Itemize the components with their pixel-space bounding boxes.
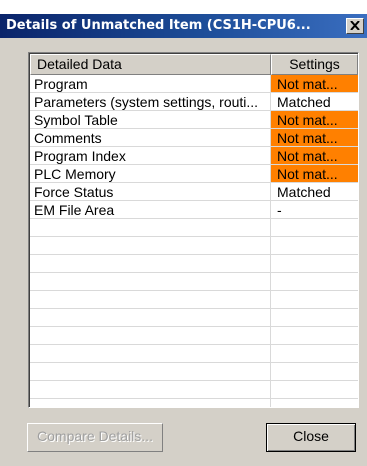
table-row[interactable] <box>30 291 358 309</box>
dialog-title: Details of Unmatched Item (CS1H-CPU6... <box>6 18 311 33</box>
table-row[interactable] <box>30 237 358 255</box>
settings-status-cell <box>271 255 358 273</box>
detailed-data-cell <box>30 309 271 327</box>
close-icon[interactable] <box>346 18 364 34</box>
table-row[interactable]: Program Not mat... <box>30 75 358 93</box>
table-row[interactable] <box>30 309 358 327</box>
detailed-data-cell <box>30 291 271 309</box>
close-button[interactable]: Close <box>266 423 356 452</box>
detailed-data-cell: Program <box>30 75 271 93</box>
column-header-settings[interactable]: Settings <box>271 54 358 75</box>
table-row[interactable] <box>30 345 358 363</box>
top-strip <box>0 0 367 14</box>
settings-status-cell <box>271 327 358 345</box>
table-row[interactable]: EM File Area - <box>30 201 358 219</box>
settings-status-cell <box>271 381 358 399</box>
detailed-data-cell <box>30 381 271 399</box>
title-bar[interactable]: Details of Unmatched Item (CS1H-CPU6... <box>0 14 367 38</box>
detailed-data-cell: PLC Memory <box>30 165 271 183</box>
table-row[interactable]: Program Index Not mat... <box>30 147 358 165</box>
settings-status-cell <box>271 399 358 407</box>
detailed-data-cell: Comments <box>30 129 271 147</box>
table-row[interactable] <box>30 327 358 345</box>
detailed-data-cell: EM File Area <box>30 201 271 219</box>
compare-details-button[interactable]: Compare Details... <box>27 423 163 452</box>
settings-status-cell <box>271 309 358 327</box>
detailed-data-cell <box>30 363 271 381</box>
detailed-data-cell <box>30 237 271 255</box>
unmatched-details-dialog: Details of Unmatched Item (CS1H-CPU6... … <box>0 0 367 466</box>
settings-status-cell <box>271 237 358 255</box>
detailed-data-cell <box>30 255 271 273</box>
settings-status-cell: Not mat... <box>271 111 358 129</box>
table-row[interactable]: PLC Memory Not mat... <box>30 165 358 183</box>
table-row[interactable]: Comments Not mat... <box>30 129 358 147</box>
table-row[interactable]: Parameters (system settings, routi... Mat… <box>30 93 358 111</box>
table-row[interactable] <box>30 219 358 237</box>
detailed-data-cell <box>30 273 271 291</box>
detailed-data-cell <box>30 345 271 363</box>
settings-status-cell: Not mat... <box>271 129 358 147</box>
table-row[interactable] <box>30 381 358 399</box>
table-row[interactable] <box>30 273 358 291</box>
table-row[interactable] <box>30 363 358 381</box>
settings-status-cell: Not mat... <box>271 147 358 165</box>
settings-status-cell: Not mat... <box>271 75 358 93</box>
settings-status-cell: Matched <box>271 183 358 201</box>
settings-status-cell <box>271 291 358 309</box>
list-rows: Program Not mat... Parameters (system sett… <box>30 75 358 407</box>
settings-status-cell: - <box>271 201 358 219</box>
detailed-data-cell: Parameters (system settings, routi... <box>30 93 271 111</box>
detailed-data-cell: Force Status <box>30 183 271 201</box>
column-header-detailed-data[interactable]: Detailed Data <box>30 54 271 75</box>
settings-status-cell: Matched <box>271 93 358 111</box>
detailed-data-cell <box>30 219 271 237</box>
detailed-data-cell <box>30 327 271 345</box>
settings-status-cell <box>271 273 358 291</box>
detailed-data-cell <box>30 399 271 407</box>
detailed-data-cell: Program Index <box>30 147 271 165</box>
settings-status-cell <box>271 219 358 237</box>
detailed-data-cell: Symbol Table <box>30 111 271 129</box>
unmatched-items-list[interactable]: Detailed Data Settings Program Not mat...… <box>28 52 359 408</box>
list-header: Detailed Data Settings <box>30 54 358 75</box>
settings-status-cell: Not mat... <box>271 165 358 183</box>
table-row[interactable]: Force Status Matched <box>30 183 358 201</box>
table-row[interactable]: Symbol Table Not mat... <box>30 111 358 129</box>
table-row[interactable] <box>30 255 358 273</box>
settings-status-cell <box>271 363 358 381</box>
table-row[interactable] <box>30 399 358 407</box>
settings-status-cell <box>271 345 358 363</box>
